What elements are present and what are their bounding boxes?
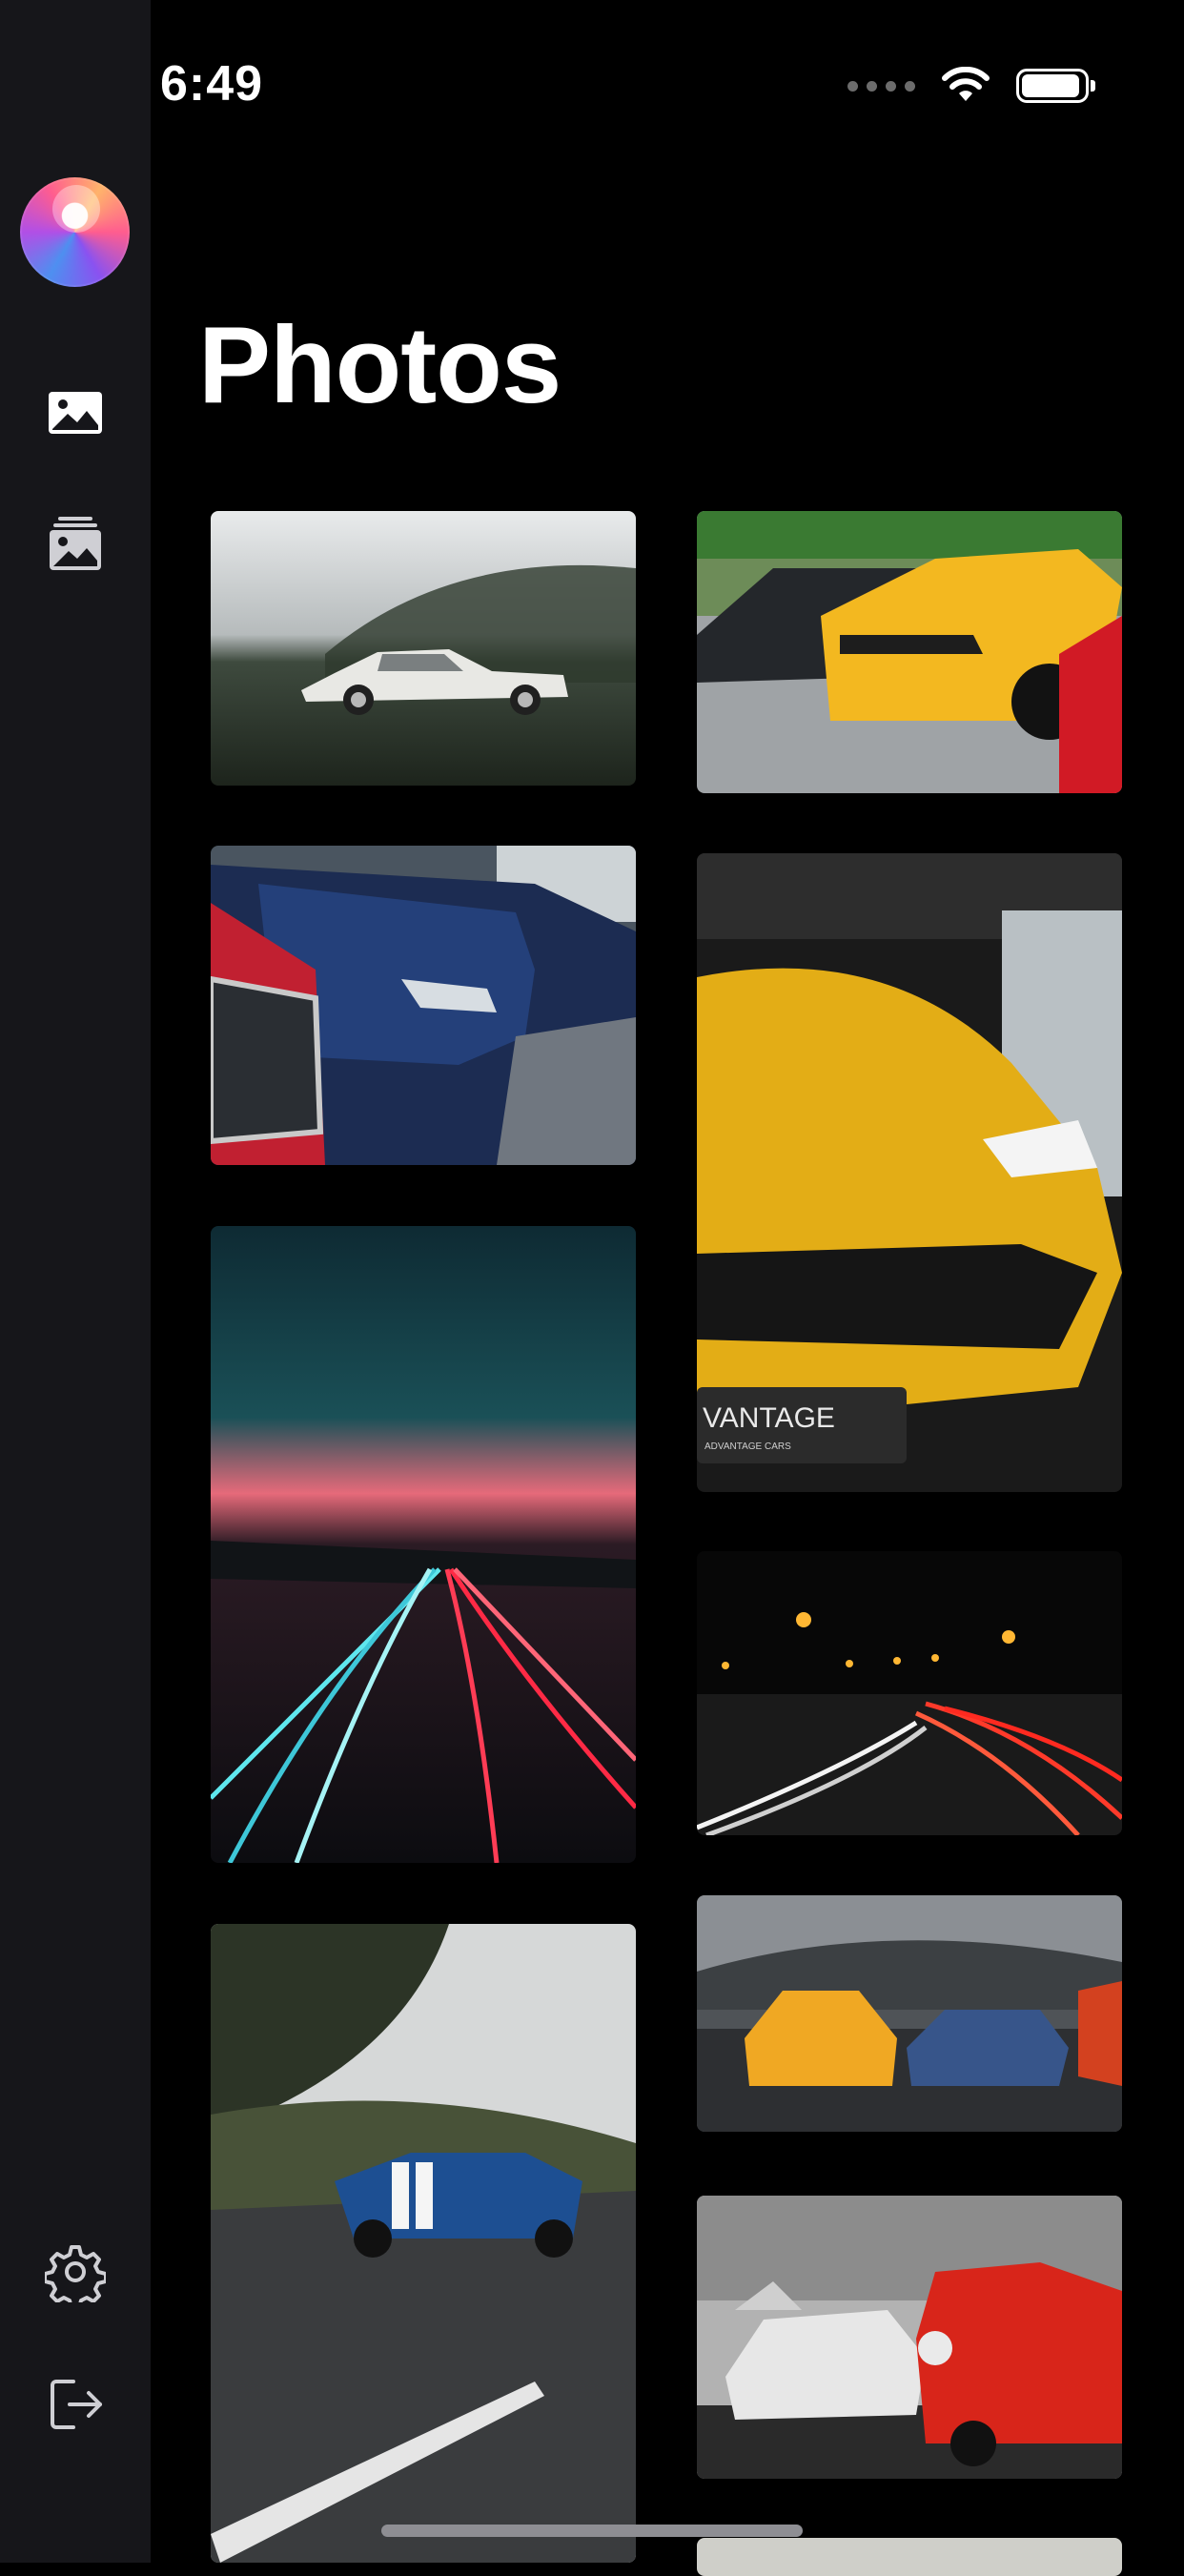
plate-subtext: ADVANTAGE CARS: [704, 1441, 791, 1452]
photo-blue-mustang-road[interactable]: [211, 1924, 636, 2563]
status-bar: 6:49: [151, 0, 1184, 172]
photo-blue-cars-row[interactable]: [211, 846, 636, 1165]
photo-image: [211, 511, 636, 786]
signal-icon: [847, 80, 915, 92]
photo-white-classic-car[interactable]: [211, 511, 636, 786]
status-time: 6:49: [160, 56, 264, 112]
battery-icon: [1016, 69, 1095, 103]
wifi-icon: [942, 67, 990, 101]
photo-yellow-lamborghini[interactable]: VANTAGE ADVANTAGE CARS: [697, 853, 1122, 1492]
stacked-image-icon: [50, 517, 101, 570]
albums-nav-item[interactable]: [42, 510, 109, 577]
photo-night-light-trails[interactable]: [697, 1551, 1122, 1835]
photo-partial-next[interactable]: [697, 2538, 1122, 2576]
sidebar: [0, 0, 151, 2563]
photo-image: [697, 1895, 1122, 2132]
plate-text: VANTAGE: [703, 1402, 835, 1434]
page-title: Photos: [198, 305, 561, 426]
logout-icon: [51, 2380, 102, 2429]
photo-image: [697, 1551, 1122, 1835]
photo-parked-mustangs[interactable]: [697, 511, 1122, 793]
photos-nav-item[interactable]: [42, 379, 109, 446]
photo-classic-cars-showroom[interactable]: [697, 2196, 1122, 2479]
image-icon: [49, 392, 102, 434]
gear-icon: [45, 2245, 106, 2302]
photo-image: [697, 2196, 1122, 2479]
photo-image: VANTAGE ADVANTAGE CARS: [697, 853, 1122, 1492]
photo-highway-light-trails-dusk[interactable]: [211, 1226, 636, 1863]
photo-image: [697, 511, 1122, 793]
logout-nav-item[interactable]: [42, 2371, 109, 2438]
photo-sports-cars-mountain[interactable]: [697, 1895, 1122, 2132]
app-logo[interactable]: [20, 177, 130, 287]
home-indicator[interactable]: [381, 2525, 803, 2537]
photo-image: [211, 1924, 636, 2563]
photo-image: [211, 1226, 636, 1863]
photo-image: [211, 846, 636, 1165]
settings-nav-item[interactable]: [42, 2239, 109, 2305]
